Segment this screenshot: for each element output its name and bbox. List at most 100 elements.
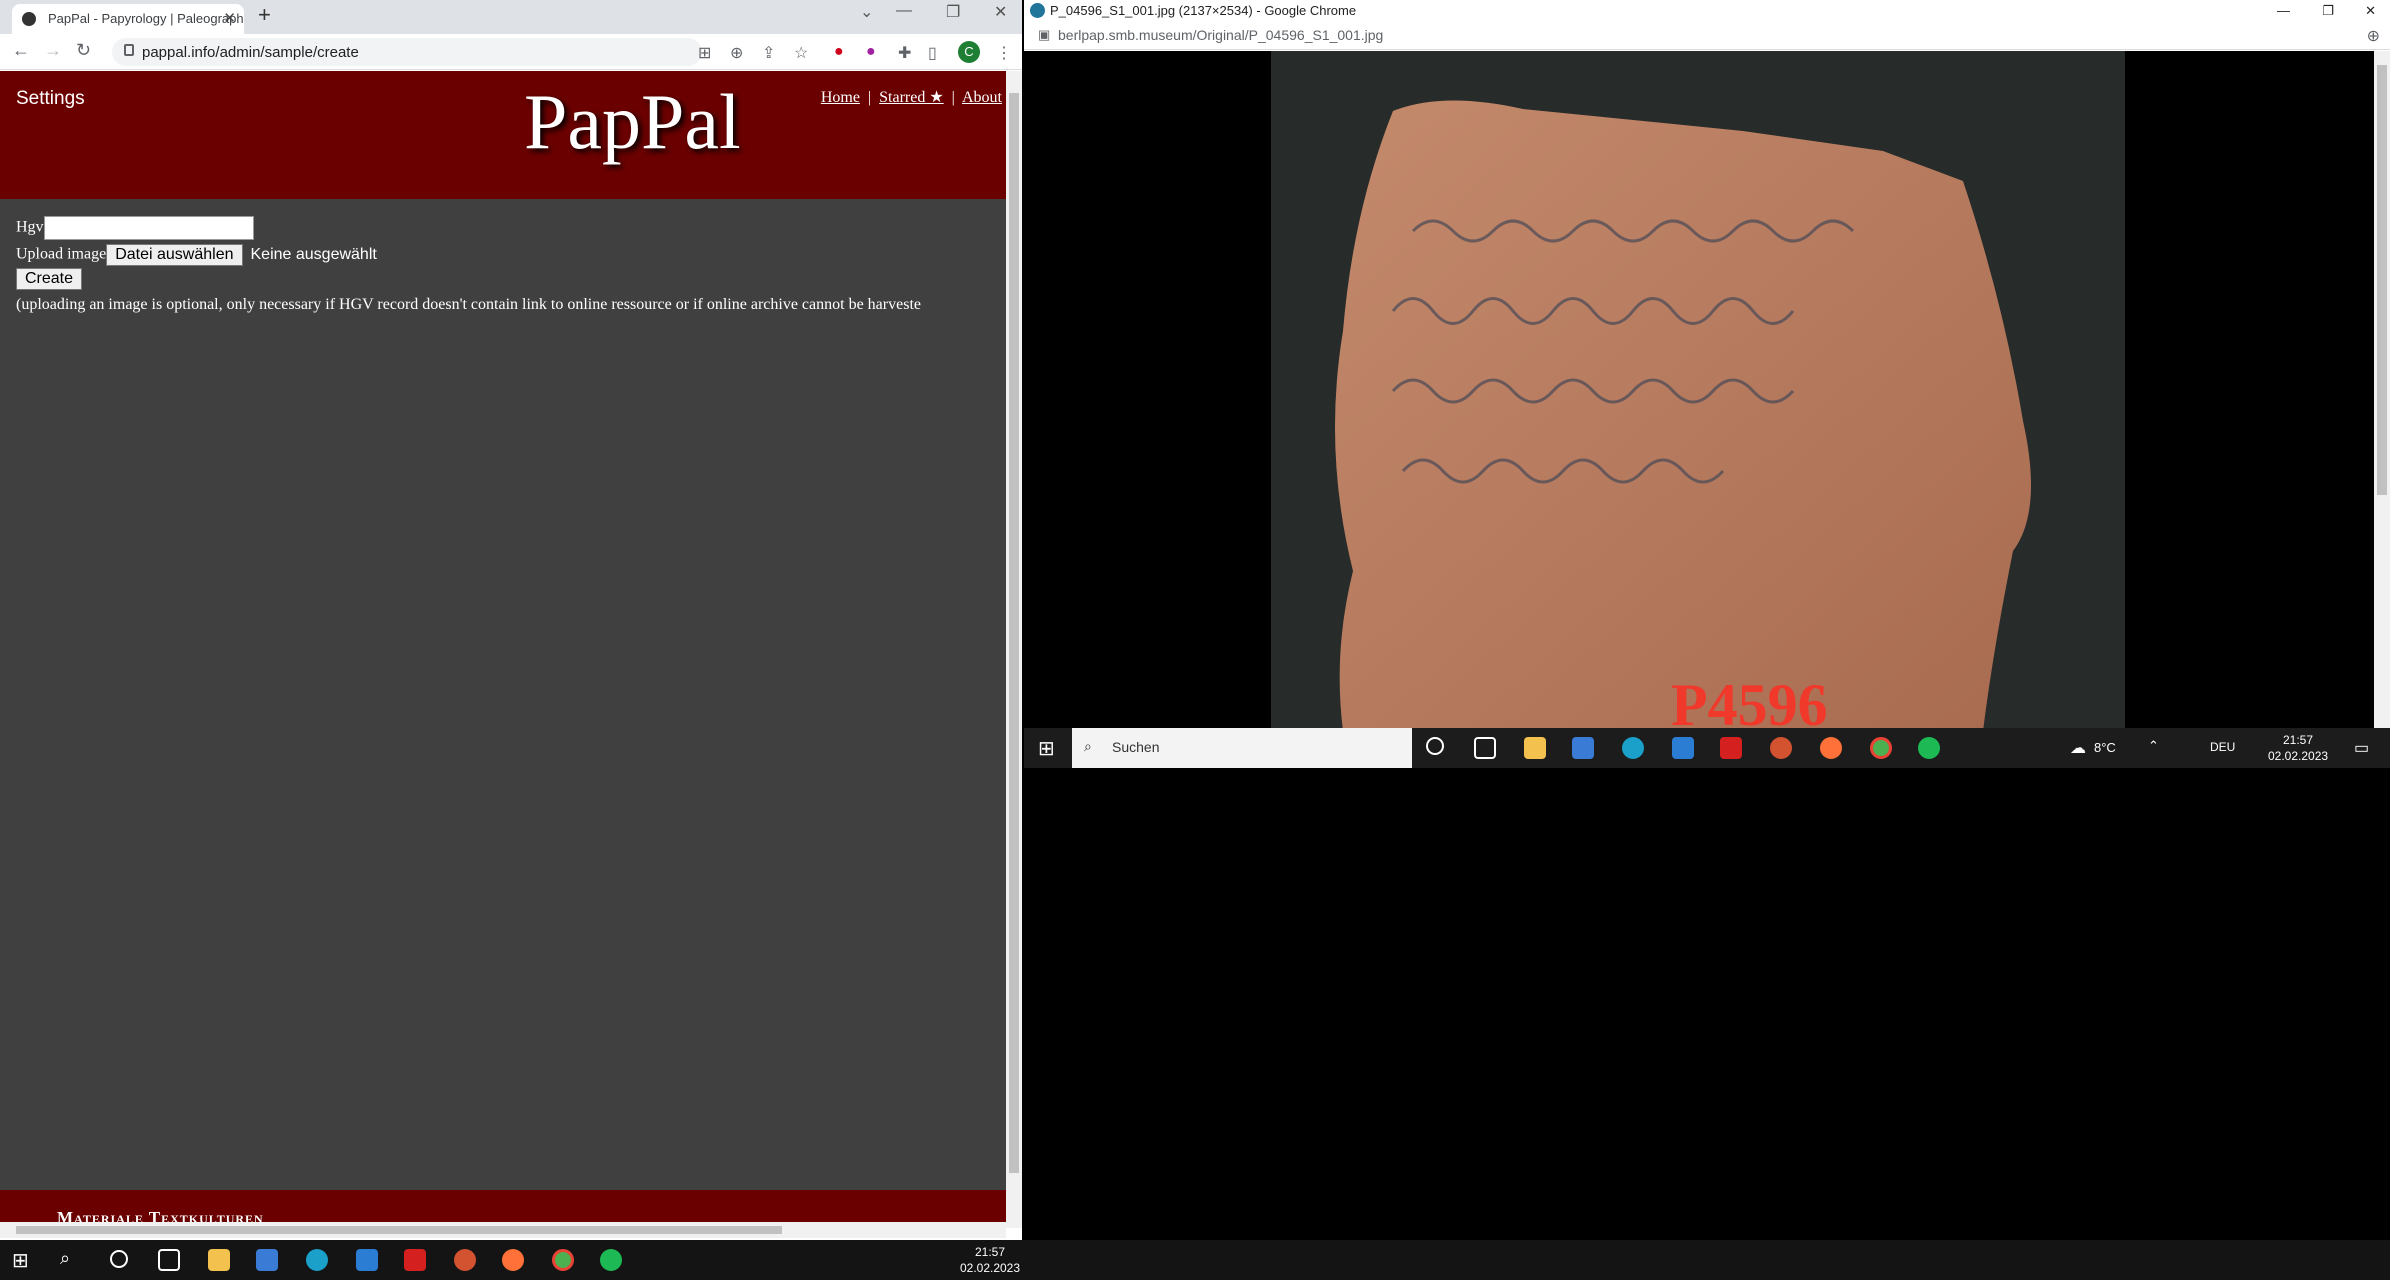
forward-icon[interactable]: → (44, 40, 62, 61)
image-viewer[interactable]: P4596 (1024, 51, 2374, 738)
spotify-icon[interactable] (1918, 737, 1940, 759)
task-view-icon[interactable] (1474, 737, 1496, 759)
powerpoint-icon[interactable] (1770, 737, 1792, 759)
restore-button[interactable]: ❐ (946, 2, 960, 22)
share-icon[interactable]: ⇪ (762, 43, 775, 63)
mail-icon[interactable] (1672, 737, 1694, 759)
extension-red-icon[interactable]: ● (834, 43, 844, 61)
vertical-scrollbar[interactable] (2374, 51, 2390, 728)
extension-purple-icon[interactable]: ● (866, 43, 876, 61)
file-explorer-icon[interactable] (1524, 737, 1546, 759)
taskbar-secondary: ⊞ ⌕ Suchen ☁ 8°C ⌃ DEU 21:57 02.02.2023 … (1024, 728, 2390, 768)
store-icon[interactable] (256, 1249, 278, 1271)
close-window-button[interactable]: ✕ (2365, 0, 2376, 22)
hgv-label: Hgv (16, 218, 44, 236)
firefox-icon[interactable] (1820, 737, 1842, 759)
side-panel-icon[interactable]: ▯ (928, 43, 937, 63)
notification-icon[interactable]: ▭ (2354, 738, 2369, 758)
pappal-page: Settings PapPal Home | Starred ★ | About… (0, 71, 1006, 1228)
weather-temp[interactable]: 8°C (2094, 740, 2116, 755)
pappal-logo: PapPal (524, 78, 741, 165)
window-title: P_04596_S1_001.jpg (2137×2534) - Google … (1050, 3, 1357, 18)
nav-home-link[interactable]: Home (821, 89, 860, 106)
acrobat-icon[interactable] (404, 1249, 426, 1271)
minimize-button[interactable]: — (2277, 0, 2290, 22)
upload-note: (uploading an image is optional, only ne… (16, 296, 921, 313)
settings-link[interactable]: Settings (16, 88, 85, 110)
translate-icon[interactable]: ⊞ (698, 43, 711, 63)
taskbar-clock[interactable]: 21:57 02.02.2023 (2268, 732, 2328, 764)
clock-date: 02.02.2023 (959, 1261, 1021, 1275)
address-bar[interactable]: ▣ berlpap.smb.museum/Original/P_04596_S1… (1024, 22, 2390, 50)
windows-start-icon[interactable]: ⊞ (1038, 736, 1055, 761)
task-view-icon[interactable] (158, 1249, 180, 1271)
taskbar-clock[interactable]: 21:57 02.02.2023 (950, 1244, 1030, 1276)
menu-icon[interactable]: ⋮ (996, 43, 1012, 63)
tab-search-icon[interactable]: ⌄ (860, 2, 873, 22)
cortana-icon[interactable] (110, 1250, 128, 1268)
reload-icon[interactable]: ↻ (76, 40, 91, 61)
zoom-icon[interactable]: ⊕ (730, 43, 743, 63)
close-tab-icon[interactable]: ✕ (223, 4, 236, 34)
powerpoint-icon[interactable] (454, 1249, 476, 1271)
file-explorer-icon[interactable] (208, 1249, 230, 1271)
tab-title: PapPal - Papyrology | Paleograph (48, 11, 244, 26)
cortana-icon[interactable] (1426, 737, 1444, 755)
scroll-thumb[interactable] (1009, 93, 1019, 1173)
mail-icon[interactable] (356, 1249, 378, 1271)
page-header: Settings PapPal Home | Starred ★ | About (0, 71, 1006, 199)
tab-strip: PapPal - Papyrology | Paleograph ✕ + ⌄ —… (0, 0, 1022, 34)
tab-pappal[interactable]: PapPal - Papyrology | Paleograph ✕ (12, 4, 244, 34)
acrobat-icon[interactable] (1720, 737, 1742, 759)
windows-start-icon[interactable]: ⊞ (12, 1248, 29, 1273)
restore-button[interactable]: ❐ (2322, 0, 2334, 22)
bookmark-star-icon[interactable]: ☆ (794, 43, 808, 63)
clock-date: 02.02.2023 (2268, 749, 2329, 763)
cloud-weather-icon: ☁ (2070, 740, 2086, 757)
back-icon[interactable]: ← (12, 40, 30, 61)
tray-chevron-icon[interactable]: ⌃ (2148, 738, 2159, 754)
minimize-button[interactable]: — (896, 2, 912, 20)
search-icon: ⌕ (1084, 738, 1092, 754)
address-url: berlpap.smb.museum/Original/P_04596_S1_0… (1058, 27, 1384, 43)
ostracon-photo: P4596 (1271, 51, 2125, 738)
address-url: pappal.info/admin/sample/create (142, 44, 359, 61)
window-titlebar: P_04596_S1_001.jpg (2137×2534) - Google … (1024, 0, 2390, 22)
edge-icon[interactable] (306, 1249, 328, 1271)
pappal-favicon-icon (22, 12, 36, 26)
horizontal-scrollbar[interactable] (0, 1222, 1006, 1238)
close-window-button[interactable]: ✕ (994, 2, 1007, 22)
scroll-thumb[interactable] (16, 1226, 782, 1234)
browser-toolbar: ← → ↻ pappal.info/admin/sample/create ⊞ … (0, 34, 1022, 70)
create-sample-form: Hgv Upload image Datei auswählen Keine au… (16, 216, 921, 314)
choose-file-button[interactable]: Datei auswählen (106, 244, 243, 266)
store-icon[interactable] (1572, 737, 1594, 759)
clock-time: 21:57 (2282, 733, 2314, 747)
lock-icon: ▣ (1038, 27, 1051, 42)
left-browser-window: PapPal - Papyrology | Paleograph ✕ + ⌄ —… (0, 0, 1022, 1240)
search-icon[interactable]: ⌕ (60, 1248, 70, 1269)
nav-starred-link[interactable]: Starred ★ (879, 89, 944, 106)
lock-icon (124, 44, 134, 56)
scroll-thumb[interactable] (2377, 65, 2387, 495)
chrome-icon[interactable] (1870, 737, 1892, 759)
chrome-icon[interactable] (552, 1249, 574, 1271)
create-button[interactable]: Create (16, 268, 83, 290)
profile-avatar[interactable]: C (958, 41, 980, 63)
ostracon-image (1335, 100, 2031, 731)
address-bar[interactable]: pappal.info/admin/sample/create (112, 38, 702, 66)
nav-about-link[interactable]: About (962, 89, 1002, 106)
vertical-scrollbar[interactable] (1006, 71, 1022, 1228)
clock-time: 21:57 (974, 1245, 1006, 1259)
firefox-icon[interactable] (502, 1249, 524, 1271)
upload-image-label: Upload image (16, 245, 107, 263)
extensions-puzzle-icon[interactable]: ✚ (898, 43, 911, 63)
search-placeholder: Suchen (1112, 739, 1160, 755)
language-indicator[interactable]: DEU (2210, 740, 2235, 754)
hgv-input[interactable] (43, 216, 254, 240)
spotify-icon[interactable] (600, 1249, 622, 1271)
taskbar-search-box[interactable]: ⌕ Suchen (1072, 728, 1412, 768)
edge-icon[interactable] (1622, 737, 1644, 759)
new-tab-button[interactable]: + (258, 2, 271, 28)
zoom-icon[interactable]: ⊕ (2367, 26, 2380, 46)
